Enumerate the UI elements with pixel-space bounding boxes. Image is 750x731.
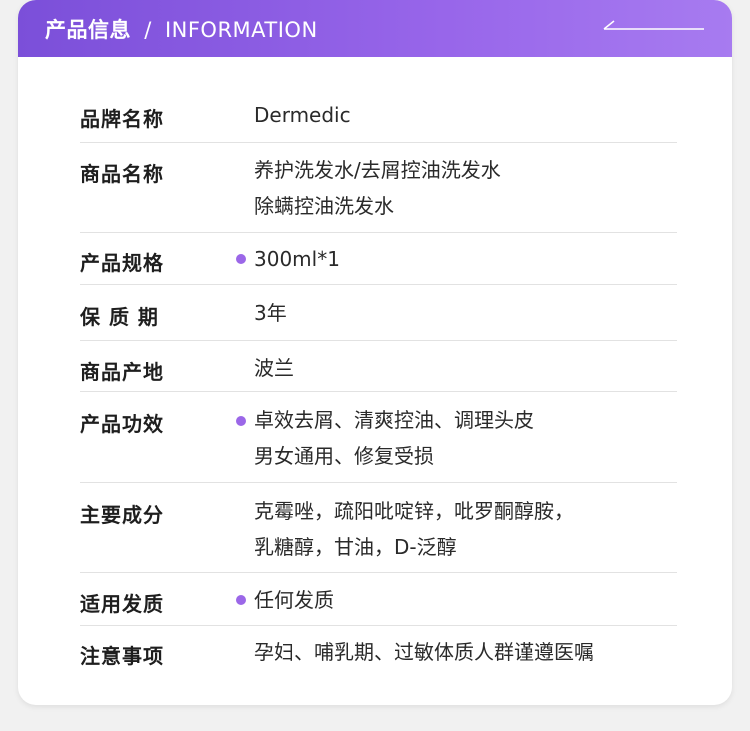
info-card: 产品信息 / INFORMATION 品牌名称 Dermedic 商品名称 养护…	[18, 0, 732, 705]
info-row-product-name: 商品名称 养护洗发水/去屑控油洗发水 除螨控油洗发水	[80, 143, 677, 233]
row-value-line-1: 卓效去屑、清爽控油、调理头皮	[254, 408, 534, 432]
row-value: 任何发质	[254, 588, 334, 612]
info-row-brand: 品牌名称 Dermedic	[80, 87, 677, 143]
row-label: 商品名称	[80, 162, 164, 186]
row-value: Dermedic	[254, 103, 351, 127]
header-title: 产品信息 / INFORMATION	[45, 14, 318, 44]
row-value: 波兰	[254, 356, 294, 380]
row-label: 品牌名称	[80, 107, 164, 131]
row-value: 3年	[254, 301, 287, 325]
row-label: 产品功效	[80, 412, 164, 436]
row-label: 保 质 期	[80, 305, 159, 329]
info-row-origin: 商品产地 波兰	[80, 341, 677, 392]
bullet-dot	[236, 416, 246, 426]
info-row-spec: 产品规格 300ml*1	[80, 233, 677, 285]
bullet-dot	[236, 595, 246, 605]
info-row-ingredients: 主要成分 克霉唑，疏阳吡啶锌，吡罗酮醇胺， 乳糖醇，甘油，D-泛醇	[80, 483, 677, 573]
card-header: 产品信息 / INFORMATION	[18, 0, 732, 57]
row-label: 主要成分	[80, 503, 164, 527]
header-separator: /	[144, 18, 152, 42]
row-label: 注意事项	[80, 644, 164, 668]
row-label: 商品产地	[80, 360, 164, 384]
header-title-en: INFORMATION	[164, 18, 318, 42]
row-value-line-2: 男女通用、修复受损	[254, 444, 434, 468]
info-row-effects: 产品功效 卓效去屑、清爽控油、调理头皮 男女通用、修复受损	[80, 392, 677, 483]
row-value-line-1: 克霉唑，疏阳吡啶锌，吡罗酮醇胺，	[254, 499, 574, 523]
row-value-line-1: 养护洗发水/去屑控油洗发水	[254, 158, 501, 182]
info-row-hair-type: 适用发质 任何发质	[80, 573, 677, 626]
row-label: 适用发质	[80, 592, 164, 616]
info-row-shelf-life: 保 质 期 3年	[80, 285, 677, 341]
bullet-dot	[236, 254, 246, 264]
info-table: 品牌名称 Dermedic 商品名称 养护洗发水/去屑控油洗发水 除螨控油洗发水…	[80, 87, 677, 678]
row-value-line-2: 乳糖醇，甘油，D-泛醇	[254, 535, 457, 559]
info-row-notes: 注意事项 孕妇、哺乳期、过敏体质人群谨遵医嘱	[80, 626, 677, 678]
row-value: 孕妇、哺乳期、过敏体质人群谨遵医嘱	[254, 640, 594, 664]
header-title-cn: 产品信息	[45, 18, 131, 42]
row-label: 产品规格	[80, 251, 164, 275]
row-value-line-2: 除螨控油洗发水	[254, 194, 394, 218]
row-value: 300ml*1	[254, 247, 340, 271]
arrow-line-icon	[603, 20, 704, 30]
